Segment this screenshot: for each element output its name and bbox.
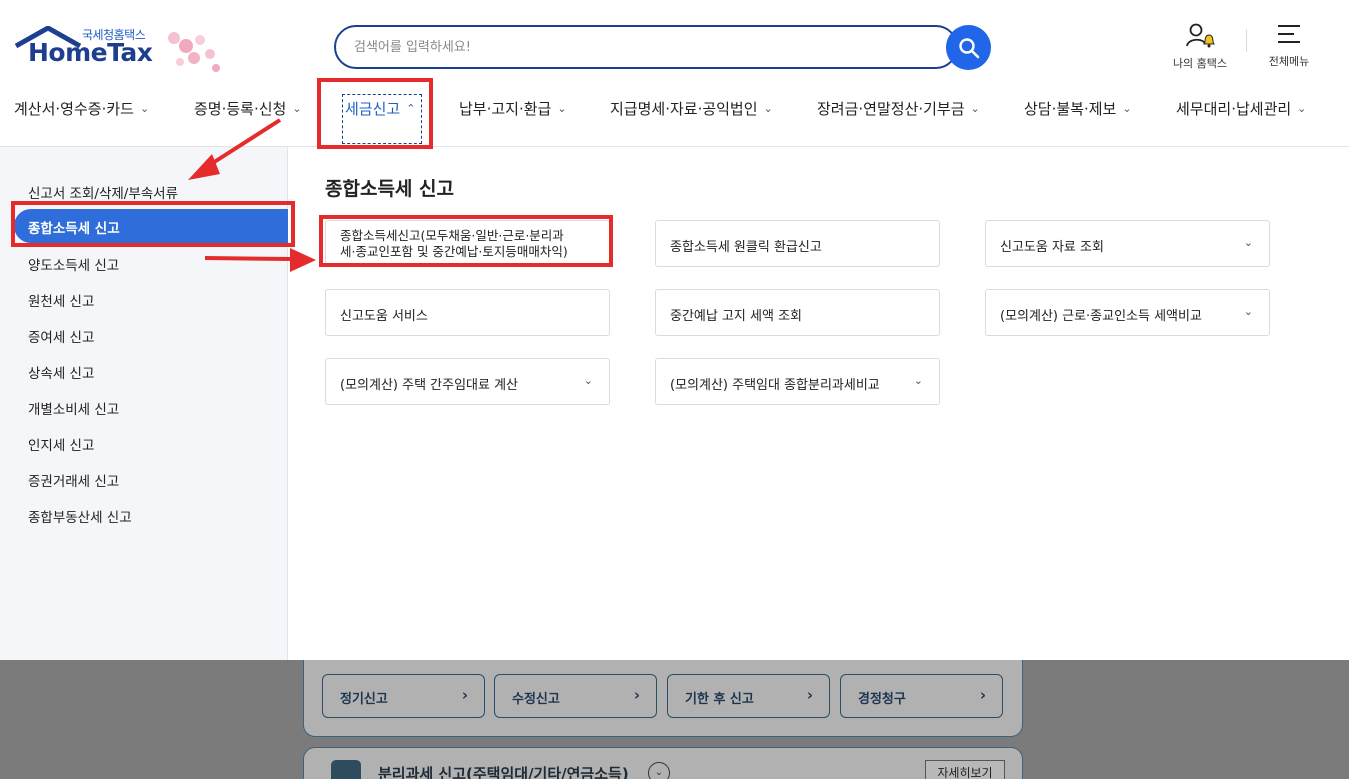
gnb-item-label: 증명·등록·신청 — [194, 100, 287, 118]
card-label: (모의계산) 주택 간주임대료 계산 — [340, 378, 519, 393]
button-label: 기한 후 신고 — [685, 692, 754, 707]
amended-return-button[interactable]: 수정신고 › — [494, 674, 657, 718]
card-simulated-deemed-rent[interactable]: (모의계산) 주택 간주임대료 계산 ⌄ — [325, 358, 610, 405]
card-label: 신고도움 서비스 — [340, 309, 428, 324]
chevron-down-icon: ⌄ — [557, 102, 567, 115]
button-label: 수정신고 — [512, 692, 560, 707]
card-label: 중간예납 고지 세액 조회 — [670, 309, 802, 324]
chevron-down-icon: ⌄ — [970, 102, 980, 115]
logo-title: HomeTax — [28, 38, 153, 67]
site-header: 국세청홈택스 HomeTax 검색어를 입력하세요! 나의 홈택스 전체메뉴 계… — [0, 0, 1349, 147]
card-simulated-rental-compare[interactable]: (모의계산) 주택임대 종합분리과세비교 ⌄ — [655, 358, 940, 405]
side-menu-item[interactable]: 증여세 신고 — [28, 326, 94, 346]
gnb-item-label: 세무대리·납세관리 — [1176, 100, 1292, 118]
gnb-item-label: 계산서·영수증·카드 — [14, 100, 134, 118]
gnb-item-incentives[interactable]: 장려금·연말정산·기부금 ⌄ — [817, 98, 980, 119]
hometax-page: 국세청홈택스 HomeTax 검색어를 입력하세요! 나의 홈택스 전체메뉴 계… — [0, 0, 1349, 779]
side-menu-item[interactable]: 원천세 신고 — [28, 290, 94, 310]
chevron-down-icon: ⌄ — [913, 374, 923, 387]
chevron-right-icon: › — [806, 686, 813, 704]
gnb-item-label: 장려금·연말정산·기부금 — [817, 100, 965, 118]
chevron-right-icon: › — [461, 686, 468, 704]
card-label: (모의계산) 근로·종교인소득 세액비교 — [1000, 309, 1202, 324]
separate-tax-title: 분리과세 신고(주택임대/기타/연금소득) — [378, 765, 629, 779]
arrow-head-icon — [290, 248, 316, 272]
card-label: 종합소득세 원클릭 환급신고 — [670, 240, 822, 255]
chevron-down-icon: ⌄ — [292, 102, 302, 115]
card-one-click-refund[interactable]: 종합소득세 원클릭 환급신고 — [655, 220, 940, 267]
chevron-right-icon: › — [979, 686, 986, 704]
gnb-item-tax-agent[interactable]: 세무대리·납세관리 ⌄ — [1176, 98, 1306, 119]
hamburger-icon — [1278, 25, 1300, 43]
chevron-down-icon: ⌄ — [1243, 305, 1253, 318]
search-icon — [958, 37, 979, 58]
chevron-down-icon[interactable]: ⌄ — [648, 762, 670, 779]
search-button[interactable] — [946, 25, 991, 70]
all-menu-label: 전체메뉴 — [1268, 55, 1310, 68]
chevron-down-icon: ⌄ — [1243, 236, 1253, 249]
button-label: 정기신고 — [340, 692, 388, 707]
side-menu-item[interactable]: 개별소비세 신고 — [28, 398, 119, 418]
late-return-button[interactable]: 기한 후 신고 › — [667, 674, 830, 718]
gnb-item-certificate[interactable]: 증명·등록·신청 ⌄ — [194, 98, 302, 119]
annotation-box-income-tax-card — [319, 215, 613, 267]
search-box — [334, 25, 958, 69]
document-icon — [331, 760, 361, 779]
detail-button[interactable]: 자세히보기 — [925, 760, 1005, 779]
button-label: 경정청구 — [858, 692, 906, 707]
chevron-down-icon: ⌄ — [1297, 102, 1307, 115]
annotation-box-tax-return-menu — [317, 78, 433, 149]
chevron-down-icon: ⌄ — [763, 102, 773, 115]
side-menu-item[interactable]: 양도소득세 신고 — [28, 254, 119, 274]
user-bell-icon — [1186, 23, 1215, 48]
gnb-item-invoice[interactable]: 계산서·영수증·카드 ⌄ — [14, 98, 149, 119]
card-label: (모의계산) 주택임대 종합분리과세비교 — [670, 378, 880, 393]
side-menu-item[interactable]: 인지세 신고 — [28, 434, 94, 454]
side-menu-item[interactable]: 신고서 조회/삭제/부속서류 — [28, 182, 178, 202]
correction-claim-button[interactable]: 경정청구 › — [840, 674, 1003, 718]
gnb-item-consulting[interactable]: 상담·불복·제보 ⌄ — [1024, 98, 1132, 119]
all-menu-button[interactable]: 전체메뉴 — [1260, 22, 1318, 69]
cherry-blossom-icon — [168, 32, 220, 72]
card-help-service[interactable]: 신고도움 서비스 — [325, 289, 610, 336]
gnb-item-label: 지급명세·자료·공익법인 — [610, 100, 758, 118]
side-menu-item[interactable]: 종합부동산세 신고 — [28, 506, 132, 526]
card-interim-payment-lookup[interactable]: 중간예납 고지 세액 조회 — [655, 289, 940, 336]
main-navigation: 계산서·영수증·카드 ⌄ 증명·등록·신청 ⌄ 세금신고 ⌃ 납부·고지·환급 ⌄ 지급… — [0, 88, 1349, 128]
my-hometax-label: 나의 홈택스 — [1172, 57, 1228, 70]
chevron-right-icon: › — [633, 686, 640, 704]
gnb-item-label: 상담·불복·제보 — [1024, 100, 1117, 118]
side-menu-item[interactable]: 증권거래세 신고 — [28, 470, 119, 490]
card-help-data-lookup[interactable]: 신고도움 자료 조회 ⌄ — [985, 220, 1270, 267]
card-simulated-tax-compare[interactable]: (모의계산) 근로·종교인소득 세액비교 ⌄ — [985, 289, 1270, 336]
section-title: 종합소득세 신고 — [325, 178, 454, 200]
hometax-logo[interactable]: 국세청홈택스 HomeTax — [14, 24, 224, 76]
card-label: 신고도움 자료 조회 — [1000, 240, 1104, 255]
chevron-down-icon: ⌄ — [1122, 102, 1132, 115]
regular-return-button[interactable]: 정기신고 › — [322, 674, 485, 718]
gnb-item-payment[interactable]: 납부·고지·환급 ⌄ — [459, 98, 567, 119]
gnb-item-label: 납부·고지·환급 — [459, 100, 552, 118]
side-menu-item[interactable]: 상속세 신고 — [28, 362, 94, 382]
gnb-item-statements[interactable]: 지급명세·자료·공익법인 ⌄ — [610, 98, 773, 119]
chevron-down-icon: ⌄ — [139, 102, 150, 115]
annotation-box-income-tax-menu — [11, 201, 295, 247]
util-divider — [1246, 30, 1247, 52]
search-input[interactable] — [354, 36, 914, 58]
my-hometax-button[interactable]: 나의 홈택스 — [1168, 22, 1232, 71]
chevron-down-icon: ⌄ — [583, 374, 593, 387]
